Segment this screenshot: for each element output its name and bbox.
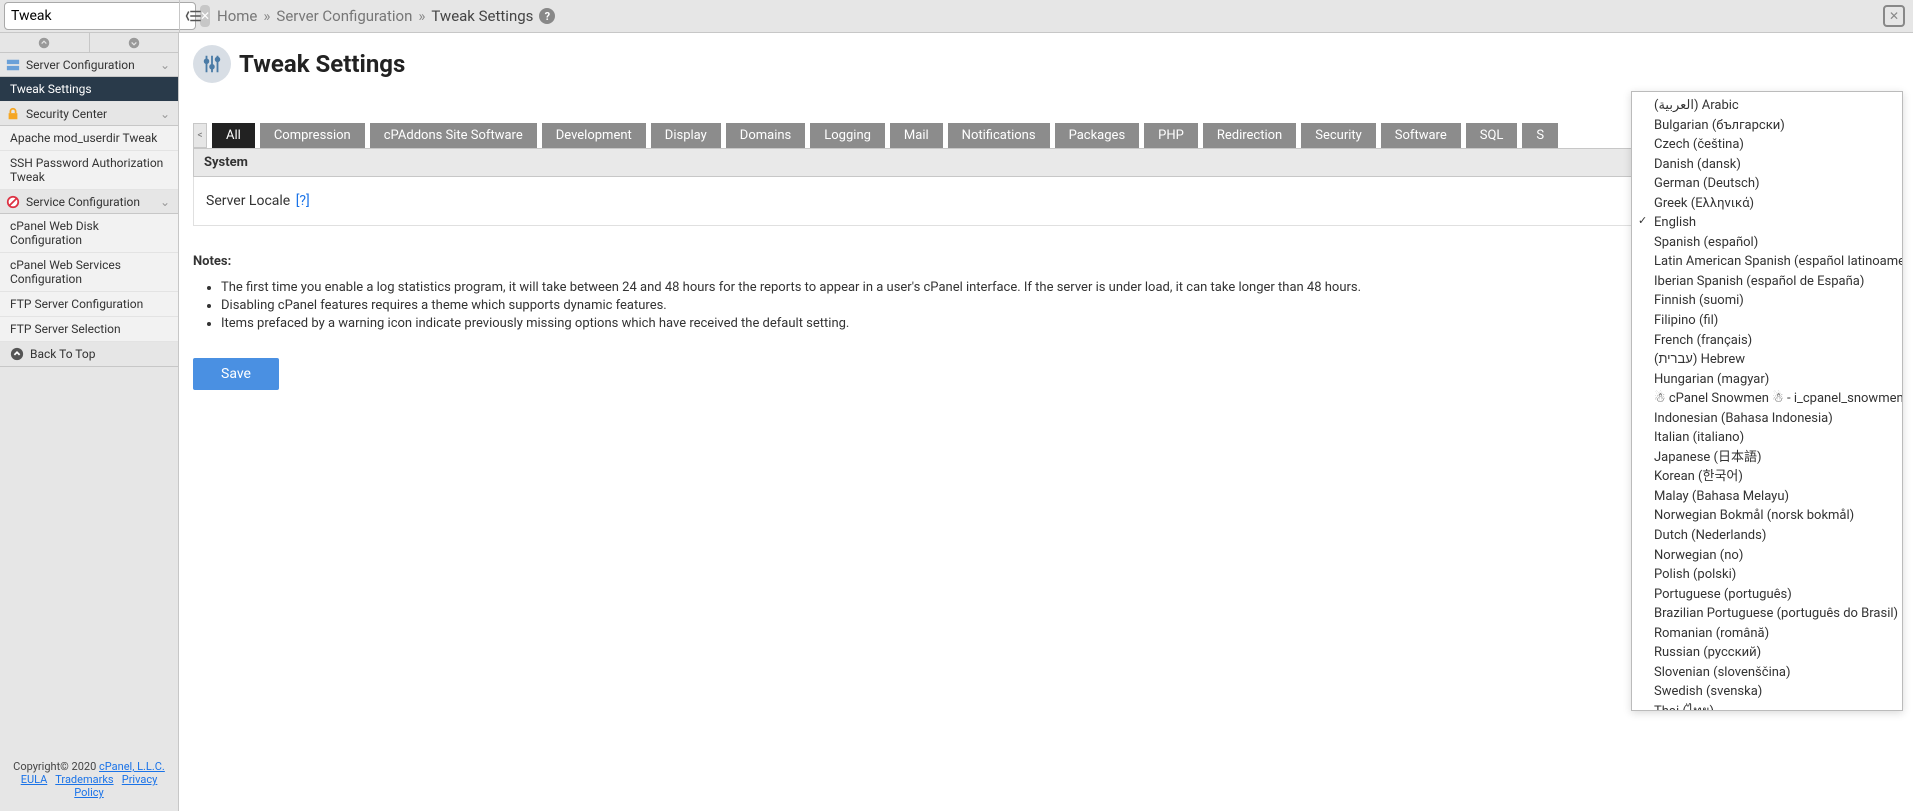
locale-option[interactable]: Latin American Spanish (español latinoam…: [1632, 252, 1902, 272]
locale-option[interactable]: English: [1632, 213, 1902, 233]
search-area: ✕: [0, 0, 179, 33]
locale-option[interactable]: Brazilian Portuguese (português do Brasi…: [1632, 604, 1902, 624]
sidebar-item-webdisk[interactable]: cPanel Web Disk Configuration: [0, 214, 178, 253]
sidebar-back-to-top[interactable]: Back To Top: [0, 342, 178, 367]
tab-all[interactable]: All: [212, 123, 255, 148]
locale-option[interactable]: ☃ cPanel Snowmen ☃ - i_cpanel_snowmen: [1632, 389, 1902, 409]
sliders-icon: [193, 45, 231, 83]
close-panel-icon[interactable]: ✕: [1883, 5, 1905, 27]
locale-option[interactable]: Hungarian (magyar): [1632, 370, 1902, 390]
locale-option[interactable]: Iberian Spanish (español de España): [1632, 272, 1902, 292]
back-to-top-label: Back To Top: [30, 347, 95, 361]
chevron-down-icon: ⌄: [158, 107, 172, 121]
locale-option[interactable]: Portuguese (português): [1632, 585, 1902, 605]
sidebar-down-icon[interactable]: [90, 33, 179, 52]
sidebar-item-apache-userdir[interactable]: Apache mod_userdir Tweak: [0, 126, 178, 151]
trademarks-link[interactable]: Trademarks: [55, 773, 113, 786]
locale-option[interactable]: Bulgarian (български): [1632, 116, 1902, 136]
cpanel-link[interactable]: cPanel, L.L.C.: [99, 760, 165, 773]
locale-option[interactable]: Romanian (română): [1632, 624, 1902, 644]
tab-mail[interactable]: Mail: [890, 123, 943, 148]
sidebar-item-tweak-settings[interactable]: Tweak Settings: [0, 77, 178, 102]
locale-option[interactable]: Dutch (Nederlands): [1632, 526, 1902, 546]
tab-logging[interactable]: Logging: [810, 123, 885, 148]
locale-option[interactable]: Japanese (日本語): [1632, 448, 1902, 468]
locale-option[interactable]: Russian (русский): [1632, 643, 1902, 663]
breadcrumb-sep-icon: »: [263, 7, 270, 25]
top-bar: ✕ Home » Server Configuration » Tweak Se…: [0, 0, 1913, 33]
locale-option[interactable]: Norwegian Bokmål (norsk bokmål): [1632, 506, 1902, 526]
tab-redirection[interactable]: Redirection: [1203, 123, 1296, 148]
tab-compression[interactable]: Compression: [260, 123, 365, 148]
breadcrumb-current: Tweak Settings: [431, 7, 533, 25]
sidebar: Server Configuration ⌄ Tweak Settings Se…: [0, 33, 179, 811]
locale-option[interactable]: Malay (Bahasa Melayu): [1632, 487, 1902, 507]
nav-section-label: Server Configuration: [26, 58, 135, 72]
locale-option[interactable]: Danish (dansk): [1632, 155, 1902, 175]
locale-option[interactable]: Thai (ไทย): [1632, 702, 1902, 711]
tab-software[interactable]: Software: [1381, 123, 1461, 148]
server-locale-dropdown[interactable]: (العربية) ArabicBulgarian (български)Cze…: [1631, 91, 1903, 711]
main-content: Tweak Settings < AllCompressioncPAddons …: [179, 33, 1913, 811]
locale-option[interactable]: Norwegian (no): [1632, 546, 1902, 566]
breadcrumb-home[interactable]: Home: [217, 7, 257, 25]
locale-option[interactable]: Italian (italiano): [1632, 428, 1902, 448]
locale-option[interactable]: Spanish (español): [1632, 233, 1902, 253]
tab-cpaddons-site-software[interactable]: cPAddons Site Software: [370, 123, 537, 148]
nav-section-security-center[interactable]: Security Center ⌄: [0, 102, 178, 126]
tab-php[interactable]: PHP: [1144, 123, 1198, 148]
locale-option[interactable]: German (Deutsch): [1632, 174, 1902, 194]
locale-option[interactable]: Filipino (fil): [1632, 311, 1902, 331]
breadcrumb: Home » Server Configuration » Tweak Sett…: [207, 7, 1883, 25]
chevron-down-icon: ⌄: [158, 58, 172, 72]
help-icon[interactable]: ?: [539, 8, 555, 24]
sidebar-item-webservices[interactable]: cPanel Web Services Configuration: [0, 253, 178, 292]
tab-development[interactable]: Development: [542, 123, 646, 148]
nav-section-server-config[interactable]: Server Configuration ⌄: [0, 53, 178, 77]
tab-security[interactable]: Security: [1301, 123, 1376, 148]
locale-option[interactable]: Slovenian (slovenščina): [1632, 663, 1902, 683]
sidebar-item-ftp-selection[interactable]: FTP Server Selection: [0, 317, 178, 342]
copyright-text: Copyright© 2020: [13, 760, 99, 773]
service-icon: [6, 195, 20, 209]
save-button[interactable]: Save: [193, 358, 279, 390]
setting-help-link[interactable]: [?]: [296, 193, 310, 209]
tab-s[interactable]: S: [1522, 123, 1558, 148]
locale-option[interactable]: (עברית) Hebrew: [1632, 350, 1902, 370]
page-title: Tweak Settings: [239, 50, 405, 78]
tab-display[interactable]: Display: [651, 123, 721, 148]
chevron-down-icon: ⌄: [158, 195, 172, 209]
sidebar-item-ftp-config[interactable]: FTP Server Configuration: [0, 292, 178, 317]
locale-option[interactable]: Korean (한국어): [1632, 467, 1902, 487]
lock-icon: [6, 107, 20, 121]
locale-option[interactable]: (العربية) Arabic: [1632, 96, 1902, 116]
locale-option[interactable]: Finnish (suomi): [1632, 291, 1902, 311]
sidebar-item-ssh-password[interactable]: SSH Password Authorization Tweak: [0, 151, 178, 190]
locale-option[interactable]: Indonesian (Bahasa Indonesia): [1632, 409, 1902, 429]
tab-notifications[interactable]: Notifications: [948, 123, 1050, 148]
nav-section-label: Security Center: [26, 107, 107, 121]
search-input[interactable]: [4, 2, 196, 30]
breadcrumb-server-config[interactable]: Server Configuration: [276, 7, 412, 25]
nav-section-label: Service Configuration: [26, 195, 140, 209]
page-header: Tweak Settings: [193, 45, 1899, 83]
setting-label-text: Server Locale: [206, 193, 290, 209]
sidebar-toggle-icon[interactable]: [179, 0, 207, 33]
tab-packages[interactable]: Packages: [1055, 123, 1140, 148]
tab-domains[interactable]: Domains: [726, 123, 805, 148]
locale-option[interactable]: Swedish (svenska): [1632, 682, 1902, 702]
server-icon: [6, 58, 20, 72]
arrow-up-icon: [10, 347, 24, 361]
nav-section-service-config[interactable]: Service Configuration ⌄: [0, 190, 178, 214]
tab-sql[interactable]: SQL: [1466, 123, 1518, 148]
locale-option[interactable]: Greek (Ελληνικά): [1632, 194, 1902, 214]
breadcrumb-sep-icon: »: [418, 7, 425, 25]
locale-option[interactable]: Polish (polski): [1632, 565, 1902, 585]
sidebar-up-icon[interactable]: [0, 33, 90, 52]
locale-option[interactable]: Czech (čeština): [1632, 135, 1902, 155]
locale-option[interactable]: French (français): [1632, 331, 1902, 351]
tabs-scroll-left-icon[interactable]: <: [193, 123, 207, 148]
eula-link[interactable]: EULA: [21, 773, 48, 786]
sidebar-footer: Copyright© 2020 cPanel, L.L.C. EULA Trad…: [0, 754, 178, 811]
